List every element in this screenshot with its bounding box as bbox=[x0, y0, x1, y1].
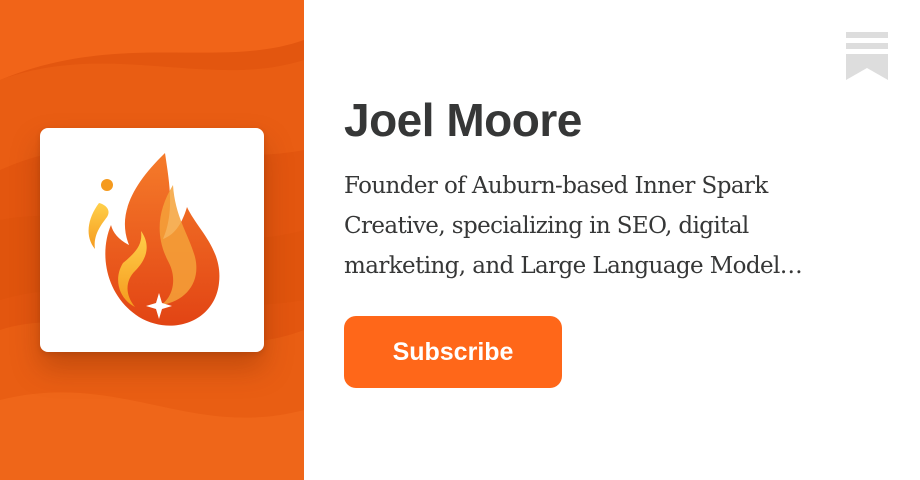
flame-logo-icon bbox=[88, 153, 220, 326]
profile-content: Joel Moore Founder of Auburn-based Inner… bbox=[344, 92, 864, 286]
bio-line: Founder of Auburn-based Inner Spark bbox=[344, 173, 768, 199]
page-title: Joel Moore bbox=[344, 94, 582, 146]
logo-card bbox=[40, 128, 264, 352]
subscribe-button[interactable]: Subscribe bbox=[344, 316, 562, 388]
bio-line: Creative, specializing in SEO, digital bbox=[344, 213, 749, 239]
brand-panel bbox=[0, 0, 304, 480]
bio-line: marketing, and Large Language Model… bbox=[344, 253, 803, 279]
substack-bookmark-icon bbox=[846, 32, 888, 80]
profile-bio: Founder of Auburn-based Inner Spark Crea… bbox=[344, 166, 854, 286]
